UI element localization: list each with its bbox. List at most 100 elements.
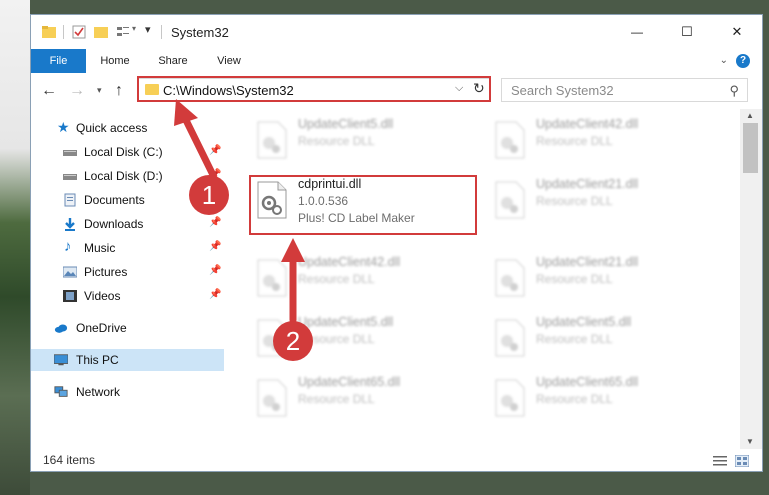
sidebar-item-label: Videos	[84, 289, 121, 303]
dll-file-icon	[495, 121, 525, 159]
pin-icon[interactable]: 📌	[209, 217, 221, 228]
file-name: UpdateClient42.dll	[298, 255, 401, 269]
sidebar-item-local-disk-c[interactable]: Local Disk (C:) 📌	[31, 141, 224, 163]
sidebar-item-pictures[interactable]: Pictures 📌	[31, 261, 224, 283]
file-item[interactable]: UpdateClient65.dll Resource DLL	[248, 371, 478, 419]
view-options-icon[interactable]	[115, 24, 131, 40]
videos-icon	[63, 290, 77, 302]
file-description: Resource DLL	[536, 272, 613, 286]
cloud-icon	[54, 324, 68, 333]
new-folder-icon[interactable]	[93, 24, 109, 40]
file-list: UpdateClient5.dll Resource DLL cdprintui…	[226, 113, 742, 443]
file-item[interactable]: UpdateClient21.dll Resource DLL	[486, 251, 716, 299]
file-name: UpdateClient65.dll	[298, 375, 401, 389]
navigation-pane: ★ Quick access Local Disk (C:) 📌 Local D…	[31, 113, 224, 443]
sidebar-item-network[interactable]: Network	[31, 381, 224, 403]
help-button[interactable]: ?	[736, 54, 750, 68]
drive-icon	[63, 150, 77, 156]
large-icons-view-icon[interactable]	[735, 455, 749, 467]
close-button[interactable]: ✕	[714, 15, 760, 49]
status-bar: 164 items	[31, 449, 762, 471]
scroll-up-icon[interactable]: ▲	[746, 111, 754, 120]
tab-view[interactable]: View	[207, 49, 251, 73]
sidebar-item-videos[interactable]: Videos 📌	[31, 285, 224, 307]
pin-icon[interactable]: 📌	[209, 145, 221, 156]
scroll-thumb[interactable]	[743, 123, 758, 173]
item-count: 164 items	[43, 453, 96, 467]
minimize-button[interactable]: —	[614, 15, 660, 49]
sidebar-item-label: Pictures	[84, 265, 128, 279]
maximize-button[interactable]: ☐	[664, 15, 710, 49]
chevron-down-icon[interactable]: ▾	[132, 24, 136, 33]
file-item[interactable]: UpdateClient5.dll Resource DLL	[486, 311, 716, 359]
dll-file-icon	[257, 259, 287, 297]
file-item[interactable]: UpdateClient65.dll Resource DLL	[486, 371, 716, 419]
details-view-icon[interactable]	[713, 455, 727, 467]
drive-icon	[63, 174, 77, 180]
file-name: UpdateClient5.dll	[298, 117, 394, 131]
customize-toolbar-icon[interactable]: ▾	[145, 23, 151, 36]
address-highlight-box	[137, 76, 491, 102]
annotation-step-2-badge: 2	[273, 321, 313, 361]
divider	[161, 25, 162, 39]
file-name: UpdateClient42.dll	[536, 117, 639, 131]
file-description: Resource DLL	[536, 194, 613, 208]
vertical-scrollbar[interactable]: ▲ ▼	[740, 109, 762, 451]
file-explorer-window: ▾ ▾ System32 — ☐ ✕ File Home Share View …	[30, 14, 763, 472]
folder-icon	[42, 26, 56, 38]
pin-icon[interactable]: 📌	[209, 289, 221, 300]
search-icon: ⚲	[729, 83, 739, 98]
sidebar-item-music[interactable]: ♪ Music 📌	[31, 237, 224, 259]
up-arrow-icon[interactable]: ↑	[115, 82, 123, 100]
file-name: UpdateClient21.dll	[536, 255, 639, 269]
recent-locations-icon[interactable]: ▾	[97, 85, 102, 96]
dll-file-icon	[495, 259, 525, 297]
download-icon	[65, 218, 75, 231]
file-item[interactable]: UpdateClient5.dll Resource DLL	[248, 113, 478, 161]
file-description: Resource DLL	[298, 134, 375, 148]
tab-home[interactable]: Home	[93, 49, 137, 73]
music-icon: ♪	[64, 238, 72, 255]
file-item[interactable]: UpdateClient21.dll Resource DLL	[486, 173, 716, 221]
dll-file-icon	[495, 379, 525, 417]
tab-file[interactable]: File	[31, 49, 86, 73]
sidebar-item-downloads[interactable]: Downloads 📌	[31, 213, 224, 235]
sidebar-item-label: Network	[76, 385, 121, 399]
sidebar-item-onedrive[interactable]: OneDrive	[31, 317, 224, 339]
pin-icon[interactable]: 📌	[209, 241, 221, 252]
star-icon: ★	[57, 119, 70, 135]
file-item[interactable]: UpdateClient42.dll Resource DLL	[248, 251, 478, 299]
forward-arrow-icon[interactable]: →	[69, 82, 85, 100]
dll-file-icon	[495, 181, 525, 219]
window-title: System32	[171, 25, 229, 40]
tab-share[interactable]: Share	[151, 49, 195, 73]
divider	[63, 25, 64, 39]
title-bar: ▾ ▾ System32 — ☐ ✕	[31, 15, 762, 49]
expand-ribbon-icon[interactable]: ⌄	[720, 55, 728, 66]
sidebar-item-label: Documents	[84, 193, 145, 207]
sidebar-item-this-pc[interactable]: This PC	[31, 349, 224, 371]
properties-icon[interactable]	[71, 24, 87, 40]
search-placeholder: Search System32	[511, 83, 614, 98]
file-description: Resource DLL	[298, 272, 375, 286]
sidebar-item-label: This PC	[76, 353, 119, 367]
ribbon-tabs: File Home Share View ⌄ ?	[31, 49, 762, 74]
file-name: UpdateClient5.dll	[298, 315, 394, 329]
file-name: UpdateClient21.dll	[536, 177, 639, 191]
navigation-bar: ← → ▾ ↑ C:\Windows\System32 ⌵ ↻ Search S…	[31, 73, 762, 109]
close-icon: ✕	[731, 24, 743, 39]
file-name: UpdateClient65.dll	[536, 375, 639, 389]
scroll-down-icon[interactable]: ▼	[746, 437, 754, 446]
computer-icon	[54, 354, 68, 366]
search-input[interactable]: Search System32 ⚲	[501, 78, 748, 102]
back-arrow-icon[interactable]: ←	[41, 82, 57, 100]
file-item[interactable]: UpdateClient42.dll Resource DLL	[486, 113, 716, 161]
file-description: Resource DLL	[536, 332, 613, 346]
network-icon	[54, 386, 68, 397]
pin-icon[interactable]: 📌	[209, 265, 221, 276]
sidebar-item-quick-access[interactable]: ★ Quick access	[31, 117, 224, 139]
sidebar-item-label: Local Disk (D:)	[84, 169, 163, 183]
sidebar-item-label: Music	[84, 241, 116, 255]
minimize-icon: —	[631, 25, 643, 39]
file-highlight-box	[249, 175, 477, 235]
